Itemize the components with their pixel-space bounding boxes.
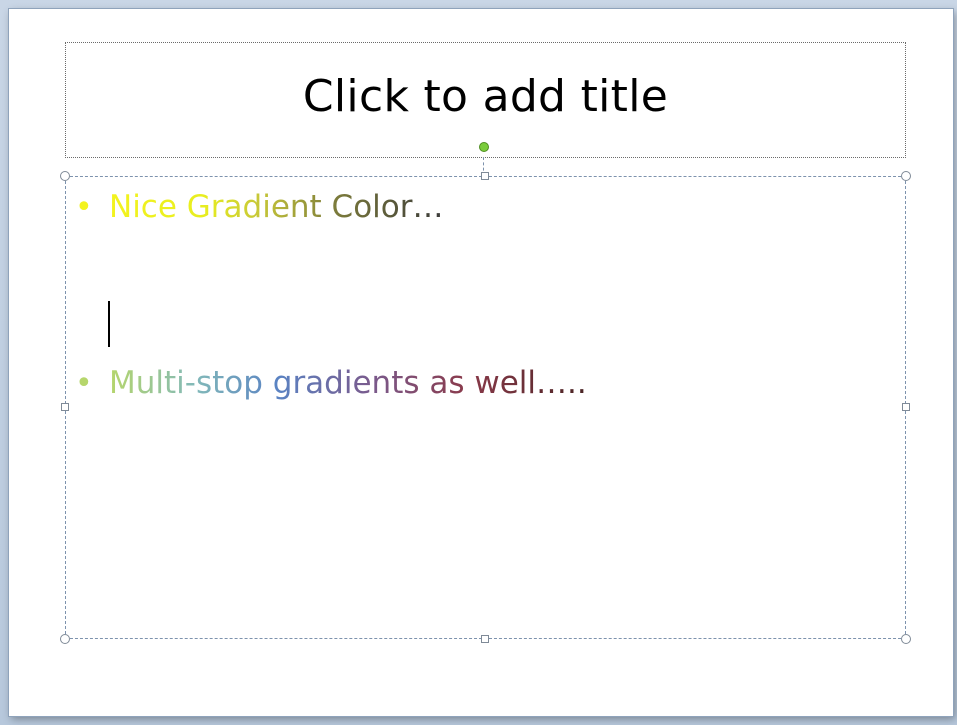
bullet-text-gradient-2[interactable]: Multi-stop gradients as well….. <box>109 365 587 401</box>
title-placeholder[interactable]: Click to add title <box>65 42 906 158</box>
resize-handle-bottom[interactable] <box>481 635 489 643</box>
resize-handle-bottom-left[interactable] <box>60 634 70 644</box>
bullet-marker: • <box>75 366 93 401</box>
resize-handle-top-left[interactable] <box>60 171 70 181</box>
resize-handle-left[interactable] <box>61 403 69 411</box>
resize-handle-right[interactable] <box>902 403 910 411</box>
title-placeholder-text: Click to add title <box>302 70 669 122</box>
bullet-marker: • <box>75 190 93 225</box>
resize-handle-top-right[interactable] <box>901 171 911 181</box>
slide-canvas[interactable]: Click to add title • Nice Gradient Color… <box>9 9 953 716</box>
text-cursor <box>108 301 110 347</box>
content-placeholder[interactable] <box>65 176 906 639</box>
bullet-text-gradient-1[interactable]: Nice Gradient Color… <box>109 189 444 225</box>
resize-handle-top[interactable] <box>481 172 489 180</box>
rotate-handle-icon[interactable] <box>479 142 489 152</box>
resize-handle-bottom-right[interactable] <box>901 634 911 644</box>
